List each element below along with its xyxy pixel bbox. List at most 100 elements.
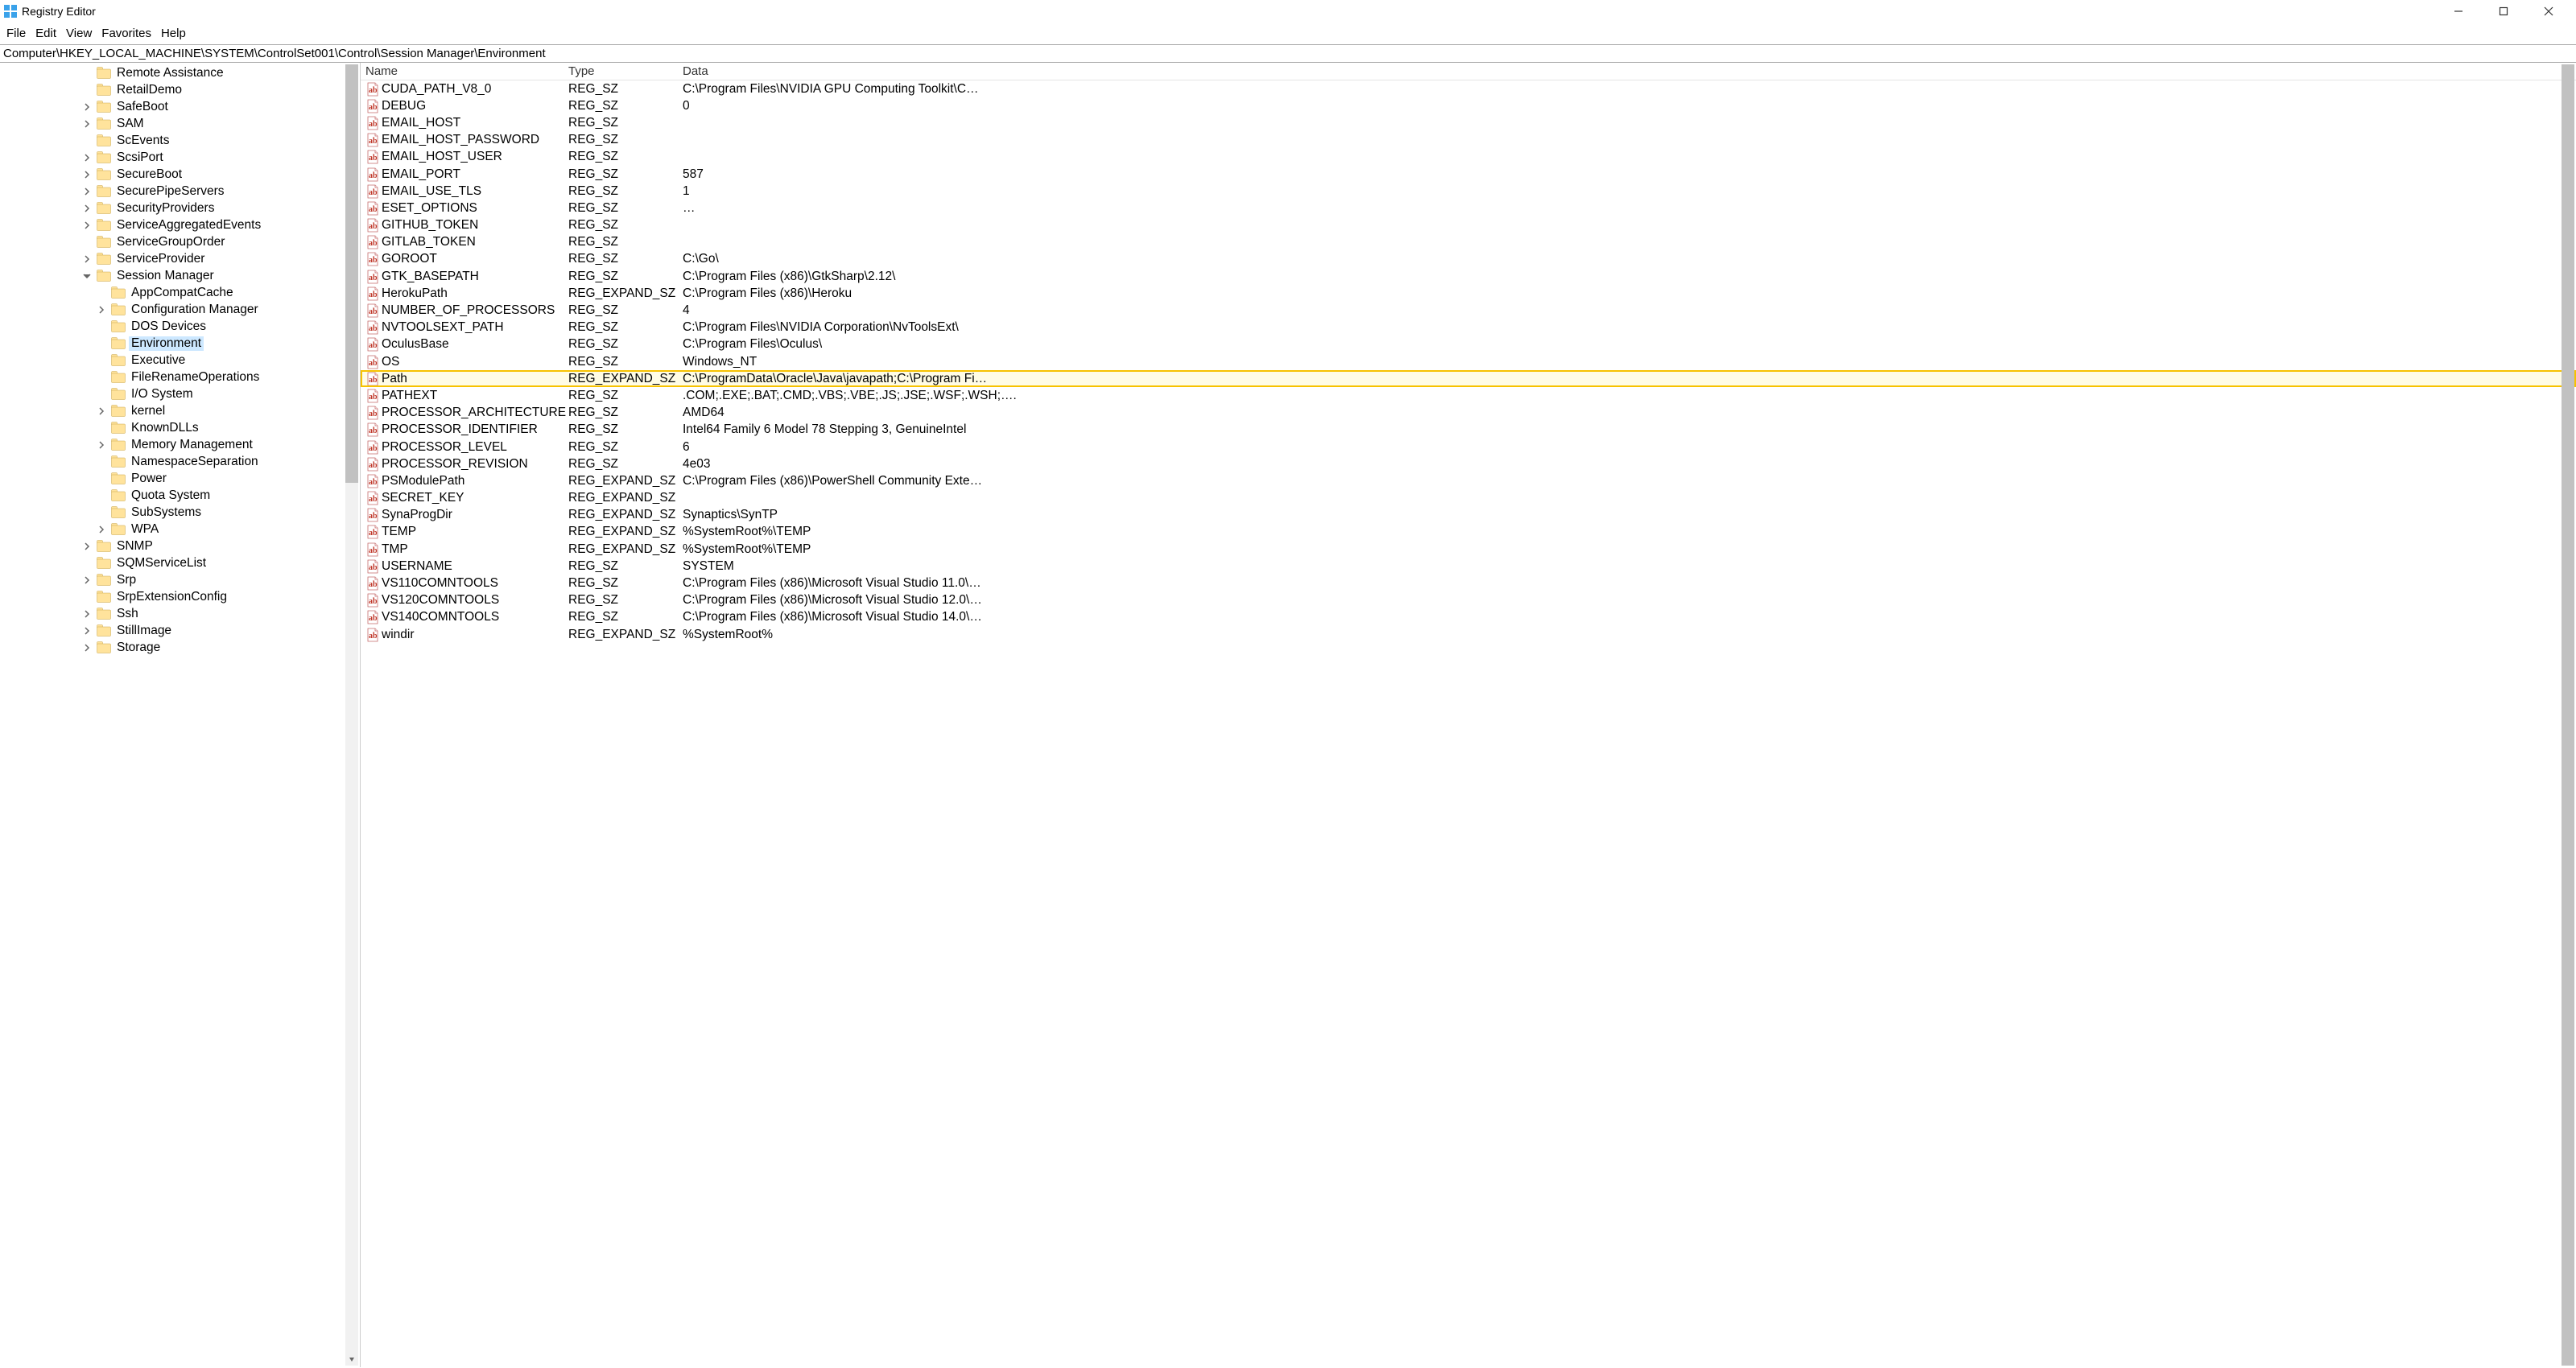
value-row[interactable]: abPROCESSOR_LEVELREG_SZ6 — [361, 439, 2576, 455]
tree-item[interactable]: Session Manager — [5, 267, 360, 284]
column-header-data[interactable]: Data — [683, 64, 2576, 78]
tree-expander-icon[interactable] — [95, 405, 108, 418]
tree-item[interactable]: SQMServiceList — [5, 554, 360, 571]
tree-item[interactable]: Environment — [5, 335, 360, 352]
value-row[interactable]: abTEMPREG_EXPAND_SZ%SystemRoot%\TEMP — [361, 524, 2576, 541]
value-row[interactable]: abVS110COMNTOOLSREG_SZC:\Program Files (… — [361, 575, 2576, 591]
value-row[interactable]: abOSREG_SZWindows_NT — [361, 353, 2576, 370]
tree-expander-icon[interactable] — [80, 253, 93, 266]
value-row[interactable]: abTMPREG_EXPAND_SZ%SystemRoot%\TEMP — [361, 541, 2576, 558]
list-scrollbar-thumb[interactable] — [2562, 64, 2574, 1366]
tree-expander-icon[interactable] — [80, 151, 93, 164]
tree-item[interactable]: Quota System — [5, 487, 360, 504]
value-row[interactable]: abGOROOTREG_SZC:\Go\ — [361, 251, 2576, 268]
menu-favorites[interactable]: Favorites — [98, 25, 155, 42]
tree-item[interactable]: Remote Assistance — [5, 64, 360, 81]
tree-item[interactable]: RetailDemo — [5, 81, 360, 98]
tree-item[interactable]: ScsiPort — [5, 149, 360, 166]
value-row[interactable]: abPATHEXTREG_SZ.COM;.EXE;.BAT;.CMD;.VBS;… — [361, 387, 2576, 404]
tree-item[interactable]: StillImage — [5, 622, 360, 639]
tree-item[interactable]: KnownDLLs — [5, 419, 360, 436]
tree-scrollbar[interactable] — [345, 64, 358, 1366]
tree-expander-icon[interactable] — [95, 439, 108, 451]
tree-expander-icon[interactable] — [80, 624, 93, 637]
scroll-down-icon[interactable] — [345, 1353, 358, 1366]
tree-expander-icon[interactable] — [80, 101, 93, 113]
value-row[interactable]: abEMAIL_PORTREG_SZ587 — [361, 166, 2576, 183]
value-row[interactable]: abUSERNAMEREG_SZSYSTEM — [361, 558, 2576, 575]
tree-expander-icon[interactable] — [80, 168, 93, 181]
column-header-type[interactable]: Type — [568, 64, 683, 78]
tree-expander-icon[interactable] — [80, 117, 93, 130]
tree-item[interactable]: Srp — [5, 571, 360, 588]
tree-item[interactable]: Storage — [5, 639, 360, 656]
value-row[interactable]: abEMAIL_USE_TLSREG_SZ1 — [361, 183, 2576, 200]
tree-item[interactable]: ServiceProvider — [5, 250, 360, 267]
value-row[interactable]: abOculusBaseREG_SZC:\Program Files\Oculu… — [361, 336, 2576, 353]
tree-item[interactable]: Executive — [5, 352, 360, 369]
tree-item[interactable]: SubSystems — [5, 504, 360, 521]
tree-item[interactable]: I/O System — [5, 385, 360, 402]
tree-item[interactable]: Ssh — [5, 605, 360, 622]
value-row[interactable]: abEMAIL_HOST_PASSWORDREG_SZ — [361, 132, 2576, 149]
value-row[interactable]: abPSModulePathREG_EXPAND_SZC:\Program Fi… — [361, 472, 2576, 489]
tree-item[interactable]: SecurityProviders — [5, 200, 360, 216]
value-row[interactable]: abVS140COMNTOOLSREG_SZC:\Program Files (… — [361, 609, 2576, 626]
value-row[interactable]: abEMAIL_HOSTREG_SZ — [361, 114, 2576, 131]
value-row[interactable]: abSECRET_KEYREG_EXPAND_SZ — [361, 490, 2576, 507]
tree-item[interactable]: Memory Management — [5, 436, 360, 453]
tree-expander-icon[interactable] — [80, 540, 93, 553]
column-header-name[interactable]: Name — [365, 64, 568, 78]
value-row[interactable]: abGTK_BASEPATHREG_SZC:\Program Files (x8… — [361, 268, 2576, 285]
tree-item[interactable]: ServiceAggregatedEvents — [5, 216, 360, 233]
value-row[interactable]: abNUMBER_OF_PROCESSORSREG_SZ4 — [361, 302, 2576, 319]
tree-item[interactable]: SNMP — [5, 538, 360, 554]
tree-expander-icon[interactable] — [80, 574, 93, 587]
menu-view[interactable]: View — [63, 25, 95, 42]
value-row[interactable]: abPROCESSOR_IDENTIFIERREG_SZIntel64 Fami… — [361, 422, 2576, 439]
tree-item[interactable]: ServiceGroupOrder — [5, 233, 360, 250]
values-pane[interactable]: Name Type Data abCUDA_PATH_V8_0REG_SZC:\… — [361, 63, 2576, 1367]
value-row[interactable]: abESET_OPTIONSREG_SZ … — [361, 200, 2576, 216]
tree-expander-icon[interactable] — [80, 202, 93, 215]
value-row[interactable]: abGITLAB_TOKENREG_SZ — [361, 234, 2576, 251]
tree-item[interactable]: DOS Devices — [5, 318, 360, 335]
value-row[interactable]: abPathREG_EXPAND_SZC:\ProgramData\Oracle… — [361, 370, 2576, 387]
value-row[interactable]: abHerokuPathREG_EXPAND_SZC:\Program File… — [361, 285, 2576, 302]
value-row[interactable]: abPROCESSOR_ARCHITECTUREREG_SZAMD64 — [361, 405, 2576, 422]
tree-item[interactable]: SAM — [5, 115, 360, 132]
value-row[interactable]: abEMAIL_HOST_USERREG_SZ — [361, 149, 2576, 166]
tree-item[interactable]: FileRenameOperations — [5, 369, 360, 385]
tree-item[interactable]: SafeBoot — [5, 98, 360, 115]
value-row[interactable]: abCUDA_PATH_V8_0REG_SZC:\Program Files\N… — [361, 80, 2576, 97]
tree-expander-icon[interactable] — [80, 270, 93, 282]
tree-item[interactable]: Configuration Manager — [5, 301, 360, 318]
maximize-button[interactable] — [2486, 2, 2521, 21]
list-scrollbar[interactable] — [2562, 64, 2574, 1366]
tree-expander-icon[interactable] — [80, 219, 93, 232]
tree-scrollbar-thumb[interactable] — [345, 64, 358, 483]
tree-expander-icon[interactable] — [80, 641, 93, 654]
tree-item[interactable]: SecurePipeServers — [5, 183, 360, 200]
value-row[interactable]: abwindirREG_EXPAND_SZ%SystemRoot% — [361, 626, 2576, 643]
tree-item[interactable]: kernel — [5, 402, 360, 419]
close-button[interactable] — [2531, 2, 2566, 21]
tree-item[interactable]: NamespaceSeparation — [5, 453, 360, 470]
tree-expander-icon[interactable] — [80, 608, 93, 620]
tree-item[interactable]: AppCompatCache — [5, 284, 360, 301]
tree-expander-icon[interactable] — [95, 523, 108, 536]
menu-edit[interactable]: Edit — [32, 25, 60, 42]
address-bar[interactable]: Computer\HKEY_LOCAL_MACHINE\SYSTEM\Contr… — [0, 44, 2576, 63]
tree-item[interactable]: ScEvents — [5, 132, 360, 149]
tree-item[interactable]: SecureBoot — [5, 166, 360, 183]
value-row[interactable]: abGITHUB_TOKENREG_SZ — [361, 217, 2576, 234]
menu-file[interactable]: File — [3, 25, 29, 42]
value-row[interactable]: abDEBUGREG_SZ0 — [361, 97, 2576, 114]
value-row[interactable]: abPROCESSOR_REVISIONREG_SZ4e03 — [361, 455, 2576, 472]
value-row[interactable]: abSynaProgDirREG_EXPAND_SZSynaptics\SynT… — [361, 507, 2576, 524]
minimize-button[interactable] — [2441, 2, 2476, 21]
menu-help[interactable]: Help — [158, 25, 189, 42]
value-row[interactable]: abVS120COMNTOOLSREG_SZC:\Program Files (… — [361, 592, 2576, 609]
tree-item[interactable]: SrpExtensionConfig — [5, 588, 360, 605]
tree-expander-icon[interactable] — [95, 303, 108, 316]
